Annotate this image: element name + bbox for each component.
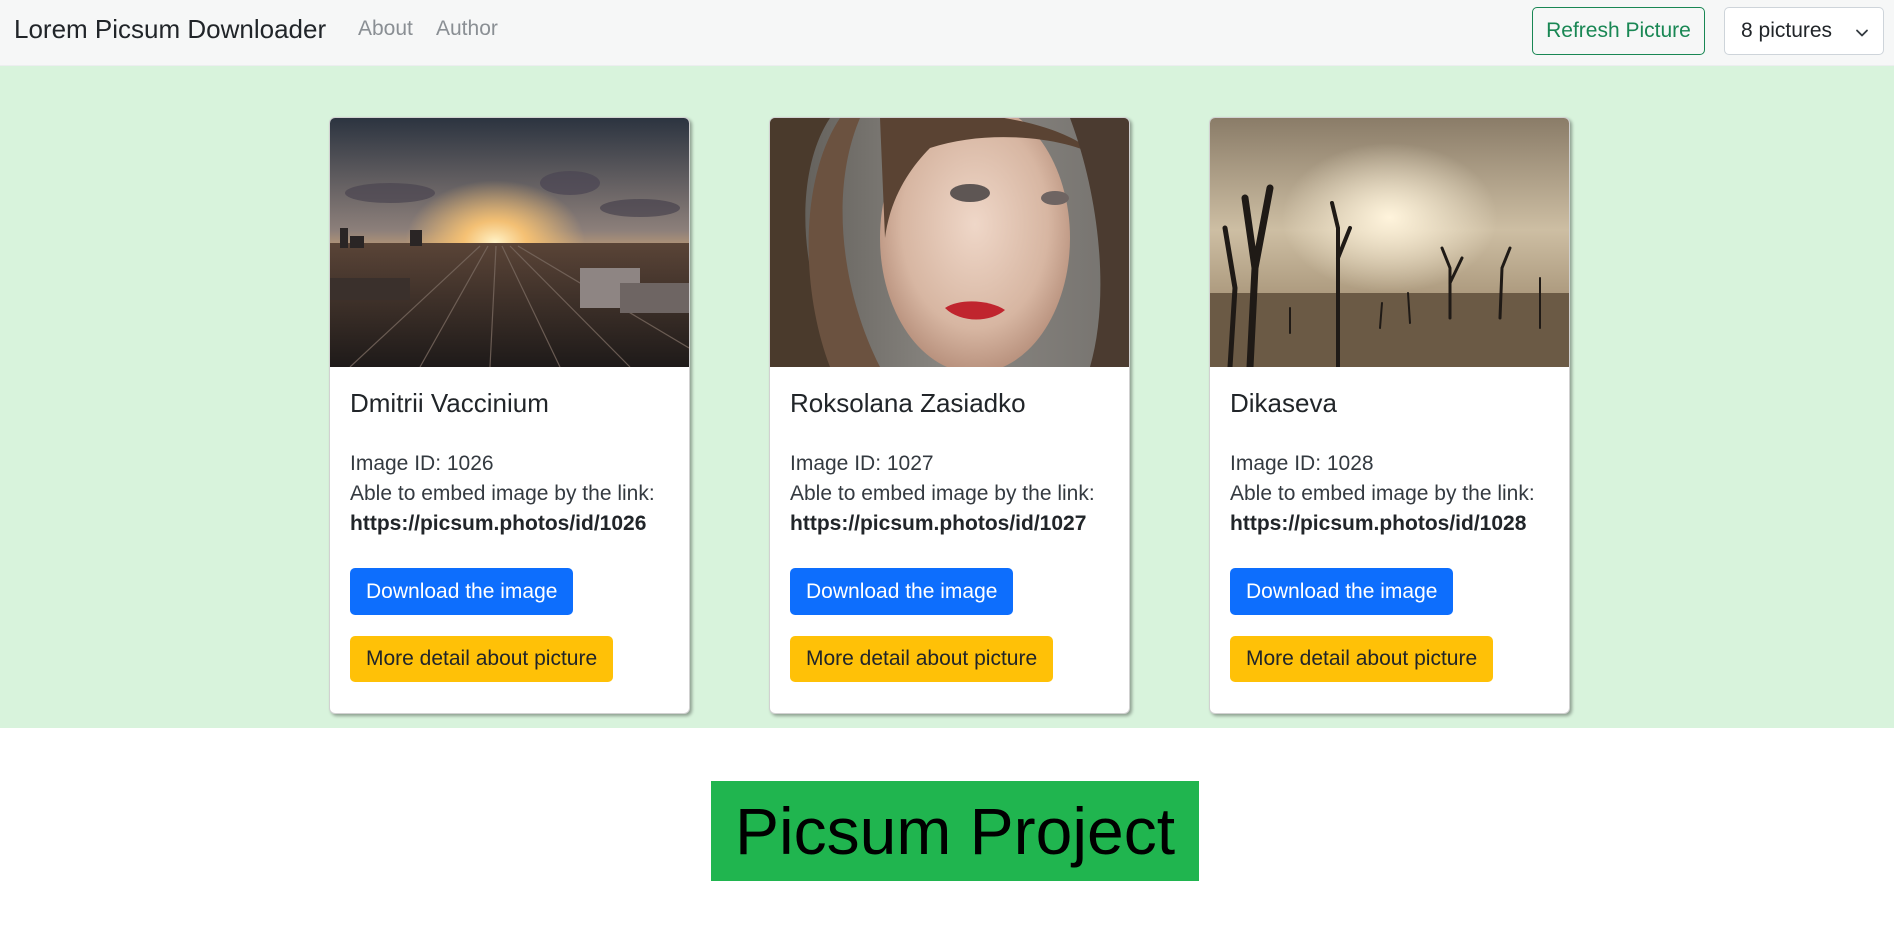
- embed-label: Able to embed image by the link:: [1230, 482, 1535, 505]
- nav-link-about[interactable]: About: [358, 17, 413, 41]
- card-image: [1210, 118, 1569, 367]
- gallery-section: Dmitrii Vaccinium Image ID: 1026 Able to…: [0, 66, 1894, 728]
- embed-link: https://picsum.photos/id/1026: [350, 512, 647, 535]
- picsum-project-banner: Picsum Project: [711, 781, 1199, 881]
- chevron-down-icon: [1856, 29, 1868, 37]
- card-author: Dmitrii Vaccinium: [350, 388, 549, 418]
- brand-title[interactable]: Lorem Picsum Downloader: [14, 14, 326, 45]
- card-description: Image ID: 1027 Able to embed image by th…: [790, 449, 1095, 539]
- more-detail-button[interactable]: More detail about picture: [1230, 636, 1494, 682]
- more-detail-button[interactable]: More detail about picture: [350, 636, 614, 682]
- card-author: Roksolana Zasiadko: [790, 388, 1026, 418]
- picture-card: Dikaseva Image ID: 1028 Able to embed im…: [1209, 117, 1570, 714]
- download-image-button[interactable]: Download the image: [1230, 568, 1454, 615]
- card-description: Image ID: 1026 Able to embed image by th…: [350, 449, 655, 539]
- card-image: [770, 118, 1129, 367]
- navbar: Lorem Picsum Downloader About Author Ref…: [0, 0, 1894, 66]
- refresh-picture-button[interactable]: Refresh Picture: [1532, 7, 1705, 55]
- embed-link: https://picsum.photos/id/1027: [790, 512, 1087, 535]
- card-image: [330, 118, 689, 367]
- image-id-label: Image ID: 1028: [1230, 452, 1374, 475]
- download-image-button[interactable]: Download the image: [350, 568, 574, 615]
- picture-card: Roksolana Zasiadko Image ID: 1027 Able t…: [769, 117, 1130, 714]
- picture-count-value: 8 pictures: [1741, 19, 1833, 42]
- image-id-label: Image ID: 1027: [790, 452, 934, 475]
- image-id-label: Image ID: 1026: [350, 452, 494, 475]
- card-author: Dikaseva: [1230, 388, 1337, 418]
- embed-link: https://picsum.photos/id/1028: [1230, 512, 1527, 535]
- card-description: Image ID: 1028 Able to embed image by th…: [1230, 449, 1535, 539]
- nav-link-author[interactable]: Author: [436, 17, 498, 41]
- picture-count-select[interactable]: 8 pictures: [1724, 7, 1884, 55]
- embed-label: Able to embed image by the link:: [790, 482, 1095, 505]
- picture-card: Dmitrii Vaccinium Image ID: 1026 Able to…: [329, 117, 690, 714]
- embed-label: Able to embed image by the link:: [350, 482, 655, 505]
- more-detail-button[interactable]: More detail about picture: [790, 636, 1054, 682]
- download-image-button[interactable]: Download the image: [790, 568, 1014, 615]
